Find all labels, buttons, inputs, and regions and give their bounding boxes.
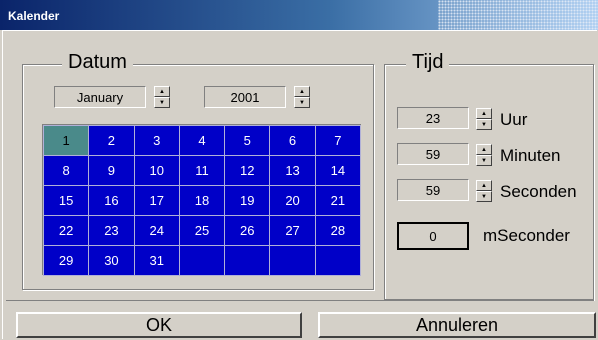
calendar-day[interactable]: 18	[178, 185, 226, 216]
calendar-day[interactable]: 3	[133, 125, 180, 156]
calendar-day[interactable]: 21	[314, 185, 362, 216]
arrow-down-icon[interactable]: ▼	[476, 155, 492, 166]
tijd-legend: Tijd	[406, 52, 450, 72]
calendar-day[interactable]: 31	[133, 245, 180, 276]
calendar-day[interactable]: 20	[269, 185, 316, 216]
arrow-down-icon[interactable]: ▼	[476, 119, 492, 130]
datum-legend: Datum	[62, 52, 133, 72]
calendar-day[interactable]: 29	[42, 245, 90, 276]
seconden-field[interactable]: 59	[397, 179, 469, 201]
calendar-day[interactable]: 19	[224, 185, 271, 216]
calendar-day[interactable]: 2	[88, 125, 135, 156]
calendar-day[interactable]: 7	[314, 125, 362, 156]
window-title: Kalender	[8, 9, 60, 23]
calendar-day[interactable]: 17	[133, 185, 180, 216]
calendar-day[interactable]: 16	[88, 185, 135, 216]
calendar-day[interactable]: 9	[88, 155, 135, 186]
mseconden-field[interactable]: 0	[397, 222, 469, 250]
calendar-week: 29 30 31	[42, 245, 362, 276]
calendar-day	[178, 245, 226, 276]
arrow-up-icon[interactable]: ▲	[476, 144, 492, 155]
calendar-day[interactable]: 8	[42, 155, 90, 186]
bottom-separator	[6, 300, 594, 301]
calendar-week: 8 9 10 11 12 13 14	[42, 155, 362, 186]
calendar-day[interactable]: 23	[88, 215, 135, 246]
minuten-spinner[interactable]: ▲ ▼	[476, 144, 492, 166]
year-field[interactable]: 2001	[204, 86, 286, 108]
cancel-button[interactable]: Annuleren	[318, 312, 596, 338]
calendar-day[interactable]: 5	[224, 125, 271, 156]
calendar-day[interactable]: 28	[314, 215, 362, 246]
calendar-day[interactable]: 6	[269, 125, 316, 156]
arrow-down-icon[interactable]: ▼	[154, 97, 170, 108]
calendar-day[interactable]: 22	[42, 215, 90, 246]
arrow-up-icon[interactable]: ▲	[154, 86, 170, 97]
calendar-day[interactable]: 26	[224, 215, 271, 246]
seconden-label: Seconden	[500, 182, 577, 201]
titlebar-pattern	[438, 0, 598, 30]
calendar-table: 1 2 3 4 5 6 7 8 9 10 11 12 13 14 15 16 17 18 19 20 21 22 23 24 2…	[42, 125, 362, 276]
mseconden-label: mSeconder	[483, 226, 570, 245]
seconden-spinner[interactable]: ▲ ▼	[476, 180, 492, 202]
calendar-dialog: Kalender Datum January ▲ ▼ 2001 ▲ ▼ 1234…	[0, 0, 598, 340]
calendar-day[interactable]: 13	[269, 155, 316, 186]
month-spinner[interactable]: ▲ ▼	[154, 86, 170, 108]
minuten-field[interactable]: 59	[397, 143, 469, 165]
calendar-day[interactable]: 24	[133, 215, 180, 246]
calendar-week: 22 23 24 25 26 27 28	[42, 215, 362, 246]
uur-spinner[interactable]: ▲ ▼	[476, 108, 492, 130]
calendar-day[interactable]: 30	[88, 245, 135, 276]
calendar-day[interactable]: 27	[269, 215, 316, 246]
calendar-grid[interactable]: 1 2 3 4 5 6 7 8 9 10 11 12 13 14 15 16 17 18 19 20 21 22 23 24 2…	[42, 124, 362, 276]
arrow-down-icon[interactable]: ▼	[476, 191, 492, 202]
calendar-week: 1234567	[42, 125, 362, 156]
calendar-day[interactable]: 10	[133, 155, 180, 186]
calendar-day	[224, 245, 271, 276]
arrow-up-icon[interactable]: ▲	[294, 86, 310, 97]
minuten-label: Minuten	[500, 146, 561, 165]
year-spinner[interactable]: ▲ ▼	[294, 86, 310, 108]
calendar-day	[314, 245, 362, 276]
calendar-day	[269, 245, 316, 276]
arrow-up-icon[interactable]: ▲	[476, 108, 492, 119]
ok-button[interactable]: OK	[16, 312, 302, 338]
calendar-day[interactable]: 12	[224, 155, 271, 186]
arrow-up-icon[interactable]: ▲	[476, 180, 492, 191]
calendar-day[interactable]: 25	[178, 215, 226, 246]
uur-field[interactable]: 23	[397, 107, 469, 129]
arrow-down-icon[interactable]: ▼	[294, 97, 310, 108]
calendar-day[interactable]: 4	[178, 125, 226, 156]
calendar-day[interactable]: 11	[178, 155, 226, 186]
calendar-day[interactable]: 14	[314, 155, 362, 186]
month-field[interactable]: January	[54, 86, 146, 108]
calendar-day[interactable]: 15	[42, 185, 90, 216]
title-bar[interactable]: Kalender	[0, 0, 598, 30]
calendar-week: 15 16 17 18 19 20 21	[42, 185, 362, 216]
calendar-day[interactable]: 1	[42, 125, 90, 156]
uur-label: Uur	[500, 110, 528, 129]
